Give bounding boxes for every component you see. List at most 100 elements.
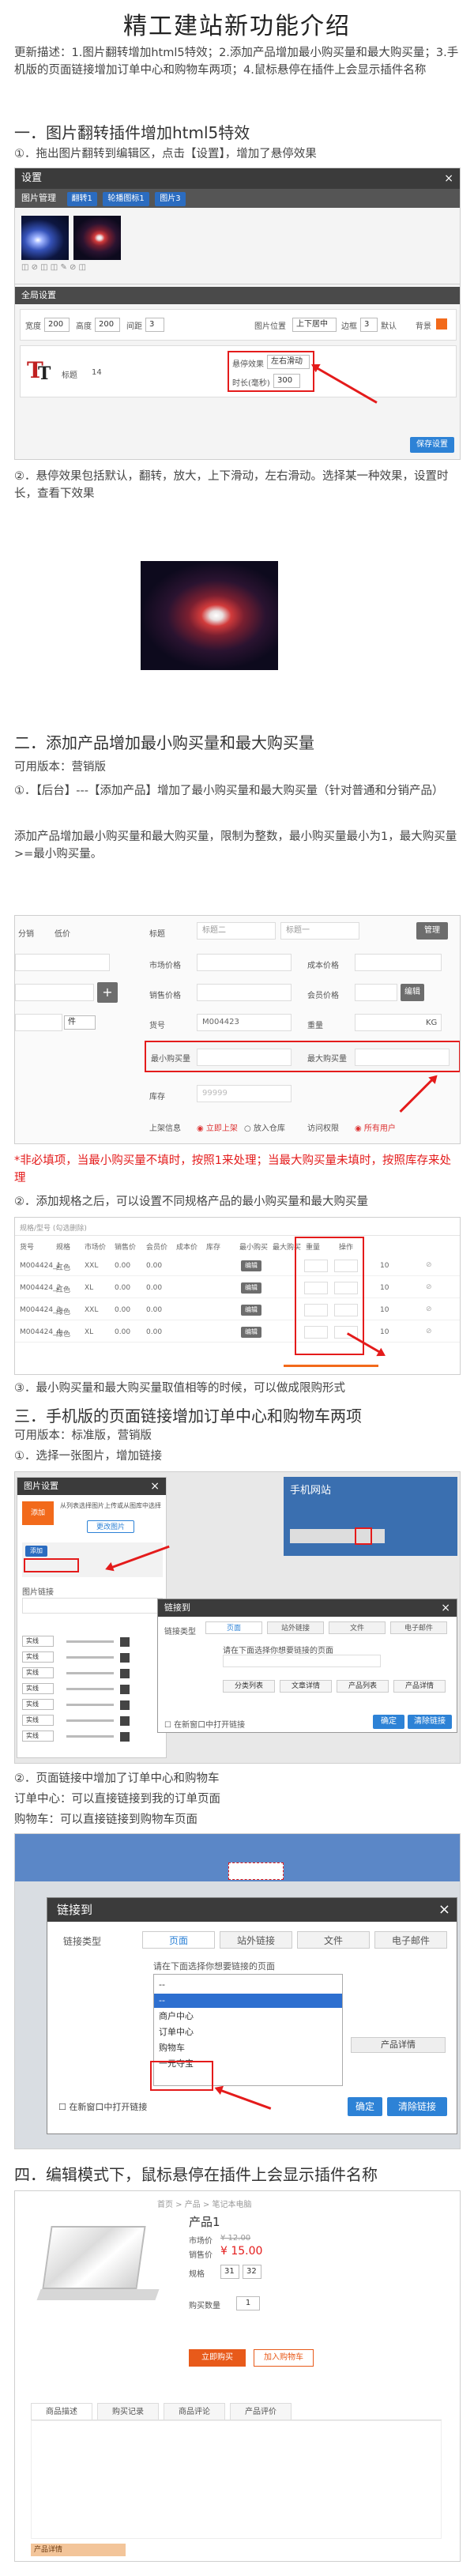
page-option[interactable]: 商户中心	[154, 2009, 342, 2024]
add-to-cart-button[interactable]: 加入购物车	[254, 2349, 314, 2367]
title-input-2[interactable]: 标题一	[280, 922, 359, 940]
title-input[interactable]: 标题二	[197, 922, 276, 940]
manage-button[interactable]: 管理	[416, 922, 448, 940]
hover-effect-select[interactable]: 左右滑动	[267, 355, 310, 369]
style-slider[interactable]	[66, 1640, 114, 1643]
link-tab-large[interactable]: 电子邮件	[374, 1931, 447, 1949]
style-select[interactable]: 实线	[22, 1683, 54, 1694]
selected-element[interactable]	[228, 1862, 284, 1880]
breadcrumb[interactable]: 首页 > 产品 > 笔记本电脑	[157, 2198, 251, 2209]
page-option[interactable]: 订单中心	[154, 2025, 342, 2039]
tab-upload[interactable]: 添加	[25, 1546, 47, 1557]
link-highlight[interactable]	[24, 1558, 79, 1572]
row-edit-button[interactable]: 编辑	[241, 1282, 261, 1294]
link-dialog-close-icon[interactable]: ×	[441, 1599, 450, 1617]
link-tab[interactable]: 站外链接	[267, 1621, 324, 1634]
font-size-value[interactable]: 14	[92, 368, 102, 377]
chip-carousel[interactable]: 轮播图标1	[103, 192, 149, 206]
sale-price-input[interactable]	[197, 984, 292, 1001]
thumbnail-2[interactable]	[73, 216, 121, 260]
upload-button[interactable]: 添加	[22, 1501, 54, 1525]
member-price-input[interactable]	[355, 984, 397, 1001]
spec-option-1[interactable]: 31	[220, 2265, 239, 2279]
row-edit-button[interactable]: 编辑	[241, 1305, 261, 1316]
link-tab[interactable]: 文件	[329, 1621, 386, 1634]
left-field-2[interactable]	[15, 1014, 62, 1031]
chip-image[interactable]: 图片3	[155, 192, 186, 206]
color-swatch[interactable]	[120, 1700, 130, 1710]
edit-member-price-button[interactable]: 编辑	[401, 984, 424, 1001]
new-window-checkbox-large[interactable]: ☐ 在新窗口中打开链接	[58, 2100, 147, 2113]
option-normal[interactable]: 低价	[55, 927, 70, 939]
color-swatch[interactable]	[120, 1637, 130, 1647]
close-icon[interactable]: ×	[444, 168, 453, 189]
product-tab[interactable]: 购买记录	[97, 2403, 159, 2420]
left-field-1[interactable]	[15, 954, 110, 971]
link-tab-large[interactable]: 页面	[142, 1931, 215, 1949]
delete-icon[interactable]: ⊘	[426, 1261, 432, 1269]
link-tool-highlight[interactable]	[355, 1527, 372, 1545]
change-image-button[interactable]: 更改图片	[87, 1520, 134, 1533]
style-slider[interactable]	[66, 1656, 114, 1659]
color-swatch[interactable]	[120, 1669, 130, 1678]
market-price-input[interactable]	[197, 954, 292, 971]
product-tab[interactable]: 产品评价	[230, 2403, 292, 2420]
stock-input[interactable]: 99999	[197, 1085, 292, 1102]
page-option[interactable]: --	[154, 1978, 342, 1992]
clear-link-button[interactable]: 清除链接	[408, 1715, 452, 1729]
style-slider[interactable]	[66, 1688, 114, 1690]
chip-flip[interactable]: 翻转1	[66, 192, 97, 206]
duration-input[interactable]: 300	[273, 374, 300, 388]
clear-link-button-large[interactable]: 清除链接	[387, 2097, 447, 2116]
delete-icon[interactable]: ⊘	[426, 1283, 432, 1291]
new-window-checkbox[interactable]: ☐ 在新窗口中打开链接	[164, 1718, 245, 1730]
panel-close-icon[interactable]: ×	[150, 1478, 160, 1495]
product-detail-button[interactable]: 产品详情	[351, 2037, 446, 2053]
page-select[interactable]	[223, 1655, 381, 1667]
link-tab[interactable]: 电子邮件	[390, 1621, 447, 1634]
color-swatch[interactable]	[120, 1732, 130, 1742]
max-purchase-input[interactable]	[355, 1049, 450, 1066]
quantity-input[interactable]: 1	[236, 2296, 260, 2310]
thumbnail-1[interactable]	[21, 216, 69, 260]
style-select[interactable]: 实线	[22, 1731, 54, 1742]
add-button[interactable]: +	[97, 982, 118, 1003]
link-option-button[interactable]: 产品列表	[337, 1680, 389, 1693]
status-option-1[interactable]: ◉ 立即上架	[197, 1121, 238, 1133]
close-icon[interactable]: ×	[438, 1898, 450, 1922]
style-slider[interactable]	[66, 1672, 114, 1674]
confirm-button[interactable]: 确定	[373, 1715, 404, 1729]
width-input[interactable]: 200	[44, 318, 70, 332]
position-select[interactable]: 上下居中	[292, 318, 337, 332]
save-settings-button[interactable]: 保存设置	[410, 437, 454, 453]
row-edit-button[interactable]: 编辑	[241, 1260, 261, 1271]
style-slider[interactable]	[66, 1704, 114, 1706]
page-option[interactable]: --	[154, 1994, 342, 2008]
style-select[interactable]: 实线	[22, 1715, 54, 1726]
status-option-2[interactable]: ○ 放入仓库	[244, 1121, 285, 1133]
page-option[interactable]: 购物车	[154, 2041, 342, 2055]
color-swatch[interactable]	[120, 1716, 130, 1726]
style-select[interactable]: 实线	[22, 1699, 54, 1710]
product-tab[interactable]: 商品描述	[31, 2403, 92, 2420]
color-swatch[interactable]	[120, 1685, 130, 1694]
confirm-button-large[interactable]: 确定	[348, 2097, 382, 2116]
link-option-button[interactable]: 产品详情	[393, 1680, 446, 1693]
cost-price-input[interactable]	[355, 954, 442, 971]
link-tab-large[interactable]: 文件	[297, 1931, 370, 1949]
delete-icon[interactable]: ⊘	[426, 1328, 432, 1335]
tab-image-manage[interactable]: 图片管理	[21, 193, 56, 203]
access-option[interactable]: ◉ 所有用户	[355, 1121, 396, 1133]
background-color-swatch[interactable]	[436, 318, 447, 330]
style-select[interactable]: 实线	[22, 1636, 54, 1647]
link-tab-large[interactable]: 站外链接	[220, 1931, 292, 1949]
option-distribution[interactable]: 分销	[18, 927, 34, 939]
image-link-input[interactable]	[22, 1598, 163, 1614]
color-swatch[interactable]	[120, 1653, 130, 1663]
unit-select[interactable]: 件	[64, 1015, 96, 1030]
link-option-button[interactable]: 分类列表	[223, 1680, 275, 1693]
style-select[interactable]: 实线	[22, 1651, 54, 1663]
link-tab[interactable]: 页面	[205, 1621, 262, 1634]
row-edit-button[interactable]: 编辑	[241, 1327, 261, 1338]
style-slider[interactable]	[66, 1719, 114, 1722]
